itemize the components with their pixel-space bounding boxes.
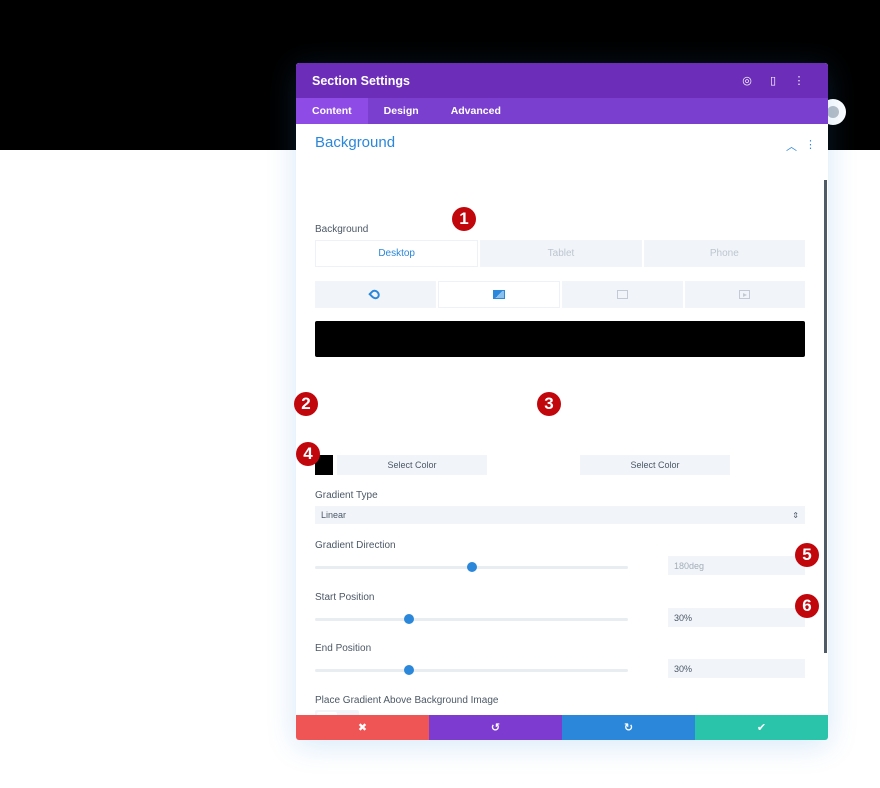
gradient-preview[interactable] <box>315 321 805 357</box>
background-section-heading[interactable]: Background <box>315 134 395 151</box>
gradient-direction-slider[interactable] <box>315 562 628 572</box>
tab-content[interactable]: Content <box>296 98 368 124</box>
tab-design[interactable]: Design <box>368 98 435 124</box>
bg-tab-gradient[interactable] <box>437 281 560 308</box>
slider-knob[interactable] <box>403 614 414 624</box>
more-vertical-icon[interactable]: ⋮ <box>786 71 812 91</box>
annotation-badge-2: 2 <box>294 392 318 416</box>
end-position-slider[interactable] <box>315 665 628 675</box>
redo-icon: ↻ <box>623 722 634 734</box>
cancel-button[interactable]: ✖ <box>296 715 429 740</box>
annotation-badge-6: 6 <box>795 594 819 618</box>
modal-scrollbar[interactable] <box>824 180 827 653</box>
modal-title: Section Settings <box>312 73 410 88</box>
modal-tabs: Content Design Advanced <box>296 98 828 124</box>
modal-header: Section Settings ◎ ▯ ⋮ <box>296 63 828 98</box>
modal-footer: ✖ ↺ ↻ ✔ <box>296 715 828 740</box>
slider-knob[interactable] <box>466 562 477 572</box>
device-tabs: Desktop Tablet Phone <box>315 240 805 267</box>
annotation-badge-4: 4 <box>296 442 320 466</box>
gradient-direction-label: Gradient Direction <box>315 540 396 551</box>
gradient-type-value: Linear <box>321 510 347 520</box>
background-field-label: Background <box>315 224 369 235</box>
end-position-input[interactable]: 30% <box>668 659 805 678</box>
device-tab-tablet[interactable]: Tablet <box>480 240 642 267</box>
annotation-badge-3: 3 <box>537 392 561 416</box>
modal-body: Background ︿ ⋮ Background Desktop Tablet… <box>296 124 828 715</box>
chevron-up-icon[interactable]: ︿ <box>786 138 797 154</box>
device-tab-phone[interactable]: Phone <box>643 240 805 267</box>
section-more-icon[interactable]: ⋮ <box>805 138 816 154</box>
close-icon: ✖ <box>357 722 368 734</box>
gradient-type-select[interactable]: Linear ⇕ <box>315 506 805 524</box>
gradient-type-label: Gradient Type <box>315 490 378 501</box>
end-color-select-button[interactable]: Select Color <box>580 455 730 475</box>
select-arrows-icon: ⇕ <box>792 510 799 520</box>
save-button[interactable]: ✔ <box>695 715 828 740</box>
place-above-label: Place Gradient Above Background Image <box>315 695 499 706</box>
annotation-badge-1: 1 <box>452 207 476 231</box>
annotation-badge-5: 5 <box>795 543 819 567</box>
video-icon <box>739 290 751 299</box>
bg-tab-image[interactable] <box>562 281 683 308</box>
device-tab-desktop[interactable]: Desktop <box>315 240 479 267</box>
sidebar-toggle-icon[interactable]: ▯ <box>760 71 786 91</box>
bg-tab-video[interactable] <box>684 281 805 308</box>
start-color-select-button[interactable]: Select Color <box>337 455 487 475</box>
paint-bucket-icon <box>368 287 382 302</box>
undo-icon: ↺ <box>490 722 501 734</box>
start-position-label: Start Position <box>315 592 375 603</box>
bg-tab-color[interactable] <box>315 281 436 308</box>
fullscreen-icon[interactable]: ◎ <box>734 71 760 91</box>
slider-knob[interactable] <box>403 665 414 675</box>
undo-button[interactable]: ↺ <box>429 715 562 740</box>
gradient-icon <box>492 290 505 299</box>
check-icon: ✔ <box>756 722 767 734</box>
background-type-tabs <box>315 281 805 308</box>
gradient-direction-input[interactable]: 180deg <box>668 556 805 575</box>
redo-button[interactable]: ↻ <box>562 715 695 740</box>
start-position-slider[interactable] <box>315 614 628 624</box>
end-position-label: End Position <box>315 643 372 654</box>
section-tools: ︿ ⋮ <box>786 138 816 154</box>
tab-advanced[interactable]: Advanced <box>435 98 517 124</box>
start-position-input[interactable]: 30% <box>668 608 805 627</box>
section-settings-modal: Section Settings ◎ ▯ ⋮ Content Design Ad… <box>296 63 828 740</box>
globe-icon <box>827 106 839 118</box>
image-icon <box>616 290 628 299</box>
